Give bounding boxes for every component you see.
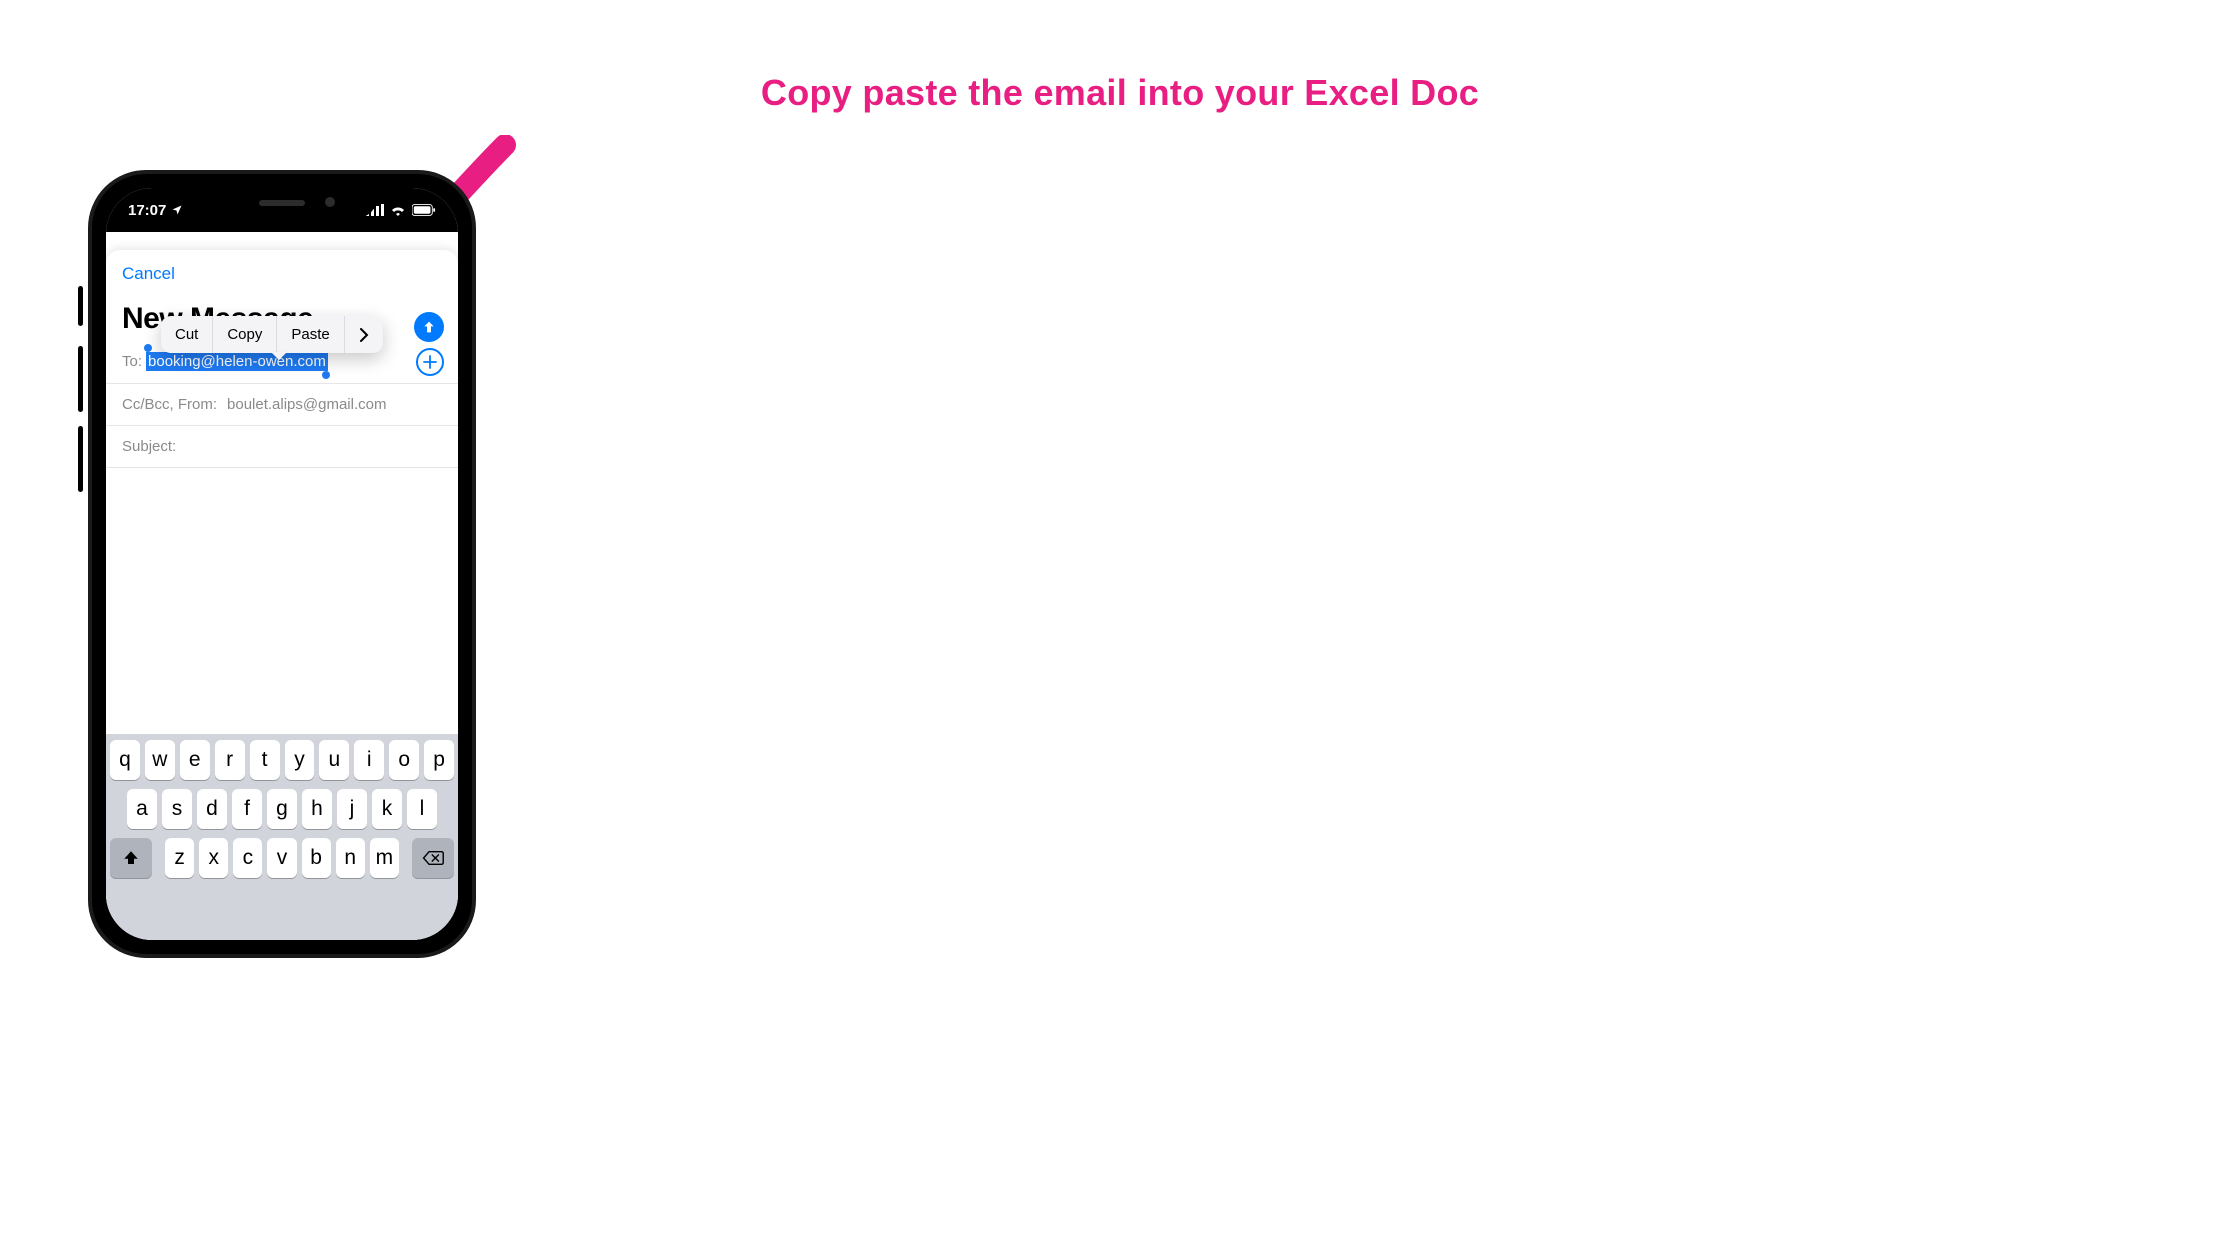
context-paste[interactable]: Paste: [277, 316, 344, 353]
keyboard-key-p[interactable]: p: [424, 740, 454, 780]
keyboard-key-m[interactable]: m: [370, 838, 399, 878]
backspace-key[interactable]: [412, 838, 454, 878]
keyboard-key-b[interactable]: b: [302, 838, 331, 878]
keyboard-key-s[interactable]: s: [162, 789, 192, 829]
ios-keyboard: qwertyuiop asdfghjkl zxcvbnm: [106, 734, 458, 940]
keyboard-key-f[interactable]: f: [232, 789, 262, 829]
keyboard-key-a[interactable]: a: [127, 789, 157, 829]
plus-icon: [423, 355, 437, 369]
keyboard-key-i[interactable]: i: [354, 740, 384, 780]
shift-icon: [122, 849, 140, 867]
keyboard-key-r[interactable]: r: [215, 740, 245, 780]
keyboard-key-k[interactable]: k: [372, 789, 402, 829]
compose-sheet: Cancel New Message Cut Copy Paste To: bo…: [106, 250, 458, 940]
keyboard-key-q[interactable]: q: [110, 740, 140, 780]
instruction-callout: Copy paste the email into your Excel Doc: [0, 72, 2240, 114]
location-icon: [171, 204, 183, 216]
keyboard-key-n[interactable]: n: [336, 838, 365, 878]
keyboard-key-y[interactable]: y: [285, 740, 315, 780]
keyboard-key-o[interactable]: o: [389, 740, 419, 780]
to-value-selected[interactable]: booking@helen-owen.com: [146, 352, 328, 371]
send-button[interactable]: [414, 312, 444, 342]
phone-screen: 17:07 Cancel New Message Cut Cop: [106, 188, 458, 940]
keyboard-key-g[interactable]: g: [267, 789, 297, 829]
keyboard-key-j[interactable]: j: [337, 789, 367, 829]
to-label: To:: [122, 353, 142, 370]
text-context-menu: Cut Copy Paste: [161, 316, 383, 353]
keyboard-key-l[interactable]: l: [407, 789, 437, 829]
keyboard-key-v[interactable]: v: [267, 838, 296, 878]
from-value: boulet.alips@gmail.com: [227, 396, 386, 413]
keyboard-key-z[interactable]: z: [165, 838, 194, 878]
keyboard-key-u[interactable]: u: [319, 740, 349, 780]
context-more[interactable]: [345, 316, 383, 353]
chevron-right-icon: [359, 328, 369, 342]
cc-bcc-from-row[interactable]: Cc/Bcc, From: boulet.alips@gmail.com: [106, 384, 458, 426]
keyboard-row-1: qwertyuiop: [110, 740, 454, 780]
keyboard-key-d[interactable]: d: [197, 789, 227, 829]
iphone-frame: 17:07 Cancel New Message Cut Cop: [88, 170, 476, 958]
shift-key[interactable]: [110, 838, 152, 878]
keyboard-key-c[interactable]: c: [233, 838, 262, 878]
status-time: 17:07: [128, 202, 183, 219]
keyboard-key-w[interactable]: w: [145, 740, 175, 780]
context-copy[interactable]: Copy: [213, 316, 277, 353]
arrow-up-icon: [421, 319, 437, 335]
add-contact-button[interactable]: [416, 348, 444, 376]
keyboard-key-h[interactable]: h: [302, 789, 332, 829]
context-cut[interactable]: Cut: [161, 316, 213, 353]
wifi-icon: [390, 204, 406, 216]
keyboard-key-t[interactable]: t: [250, 740, 280, 780]
phone-volume-up: [78, 346, 83, 412]
cancel-button[interactable]: Cancel: [122, 264, 442, 284]
subject-row[interactable]: Subject:: [106, 426, 458, 468]
backspace-icon: [422, 850, 444, 866]
cc-bcc-from-label: Cc/Bcc, From:: [122, 396, 217, 413]
keyboard-key-x[interactable]: x: [199, 838, 228, 878]
battery-icon: [412, 204, 436, 216]
keyboard-key-e[interactable]: e: [180, 740, 210, 780]
keyboard-row-3: zxcvbnm: [110, 838, 454, 878]
keyboard-row-2: asdfghjkl: [110, 789, 454, 829]
phone-notch: [187, 188, 377, 218]
phone-volume-down: [78, 426, 83, 492]
subject-label: Subject:: [122, 438, 176, 455]
phone-mute-switch: [78, 286, 83, 326]
